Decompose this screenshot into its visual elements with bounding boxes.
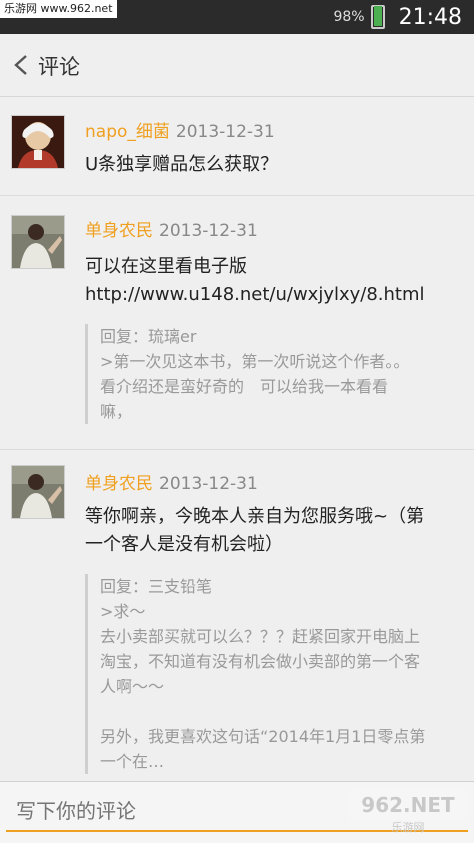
quote-line: 嘛， <box>100 402 133 421</box>
quote-line: 回复：三支铅笔 <box>100 577 213 596</box>
reply-quote: 回复：琉璃er >第一次见这本书，第一次听说这个作者。。 看介绍还是蛮好奇的 可… <box>85 324 465 424</box>
comment-link[interactable]: http://www.u148.net/u/wxjylxy/8.html <box>85 281 455 309</box>
quote-line: 另外，我更喜欢这句话“2014年1月1日零点第 <box>100 727 426 746</box>
status-right: 98% 21:48 <box>333 0 462 34</box>
comment-input-bar: 962.NET 乐游网 <box>0 781 474 843</box>
comment-meta: 单身农民 2013-12-31 <box>85 469 258 494</box>
comment-text-line: U条独享赠品怎么获取？ <box>85 154 279 175</box>
clock: 21:48 <box>398 4 462 30</box>
quote-line: 去小卖部买就可以么？？？赶紧回家开电脑上 <box>100 627 421 646</box>
avatar[interactable] <box>11 465 65 519</box>
comment-text: 可以在这里看电子版 http://www.u148.net/u/wxjylxy/… <box>85 253 455 309</box>
comment-meta: napo_细菌 2013-12-31 <box>85 117 275 142</box>
comment-text-line: 一个客人是没有机会啦） <box>85 534 283 555</box>
watermark-brand: 962.NET <box>361 793 455 817</box>
comment-text-line: 等你啊亲，今晚本人亲自为您服务哦~（第 <box>85 506 425 527</box>
battery-icon <box>370 5 385 29</box>
app-bar: 评论 <box>0 34 474 97</box>
quote-line: 淘宝，不知道有没有机会做小卖部的第一个客 <box>100 652 421 671</box>
battery-percent: 98% <box>333 9 365 25</box>
quote-line: 看介绍还是蛮好奇的 可以给我一本看看 <box>100 377 389 396</box>
username[interactable]: 单身农民 <box>85 221 153 241</box>
comment-text-line: 可以在这里看电子版 <box>85 256 247 277</box>
comment-date: 2013-12-31 <box>159 474 258 494</box>
avatar[interactable] <box>11 115 65 169</box>
reply-quote: 回复：三支铅笔 >求～ 去小卖部买就可以么？？？赶紧回家开电脑上 淘宝，不知道有… <box>85 574 465 774</box>
quote-line <box>100 699 465 724</box>
quote-line: >求～ <box>100 602 146 621</box>
watermark-text: 乐游网 www.962.net <box>0 0 117 18</box>
comment-date: 2013-12-31 <box>159 221 258 241</box>
page-title: 评论 <box>38 55 80 79</box>
quote-line: 一个在… <box>100 752 165 771</box>
comment-input[interactable] <box>14 792 318 830</box>
comment-item[interactable]: 单身农民 2013-12-31 可以在这里看电子版 http://www.u148… <box>0 196 474 450</box>
comment-item[interactable]: napo_细菌 2013-12-31 U条独享赠品怎么获取？ <box>0 97 474 196</box>
watermark-sub: 乐游网 <box>392 821 425 834</box>
comment-item[interactable]: 单身农民 2013-12-31 等你啊亲，今晚本人亲自为您服务哦~（第 一个客人是… <box>0 450 474 781</box>
username[interactable]: 单身农民 <box>85 474 153 494</box>
comment-text: 等你啊亲，今晚本人亲自为您服务哦~（第 一个客人是没有机会啦） <box>85 503 455 559</box>
quote-line: 回复：琉璃er <box>100 327 197 346</box>
comment-date: 2013-12-31 <box>175 122 275 142</box>
avatar[interactable] <box>11 215 65 269</box>
watermark-logo: 962.NET 乐游网 <box>348 790 468 834</box>
chevron-left-icon[interactable] <box>12 54 32 76</box>
username[interactable]: napo_细菌 <box>85 122 170 142</box>
comment-text: U条独享赠品怎么获取？ <box>85 151 455 179</box>
quote-line: 人啊～～ <box>100 677 165 696</box>
status-bar: 乐游网 www.962.net 98% 21:48 <box>0 0 474 34</box>
comment-meta: 单身农民 2013-12-31 <box>85 216 258 241</box>
quote-line: >第一次见这本书，第一次听说这个作者。。 <box>100 352 410 371</box>
